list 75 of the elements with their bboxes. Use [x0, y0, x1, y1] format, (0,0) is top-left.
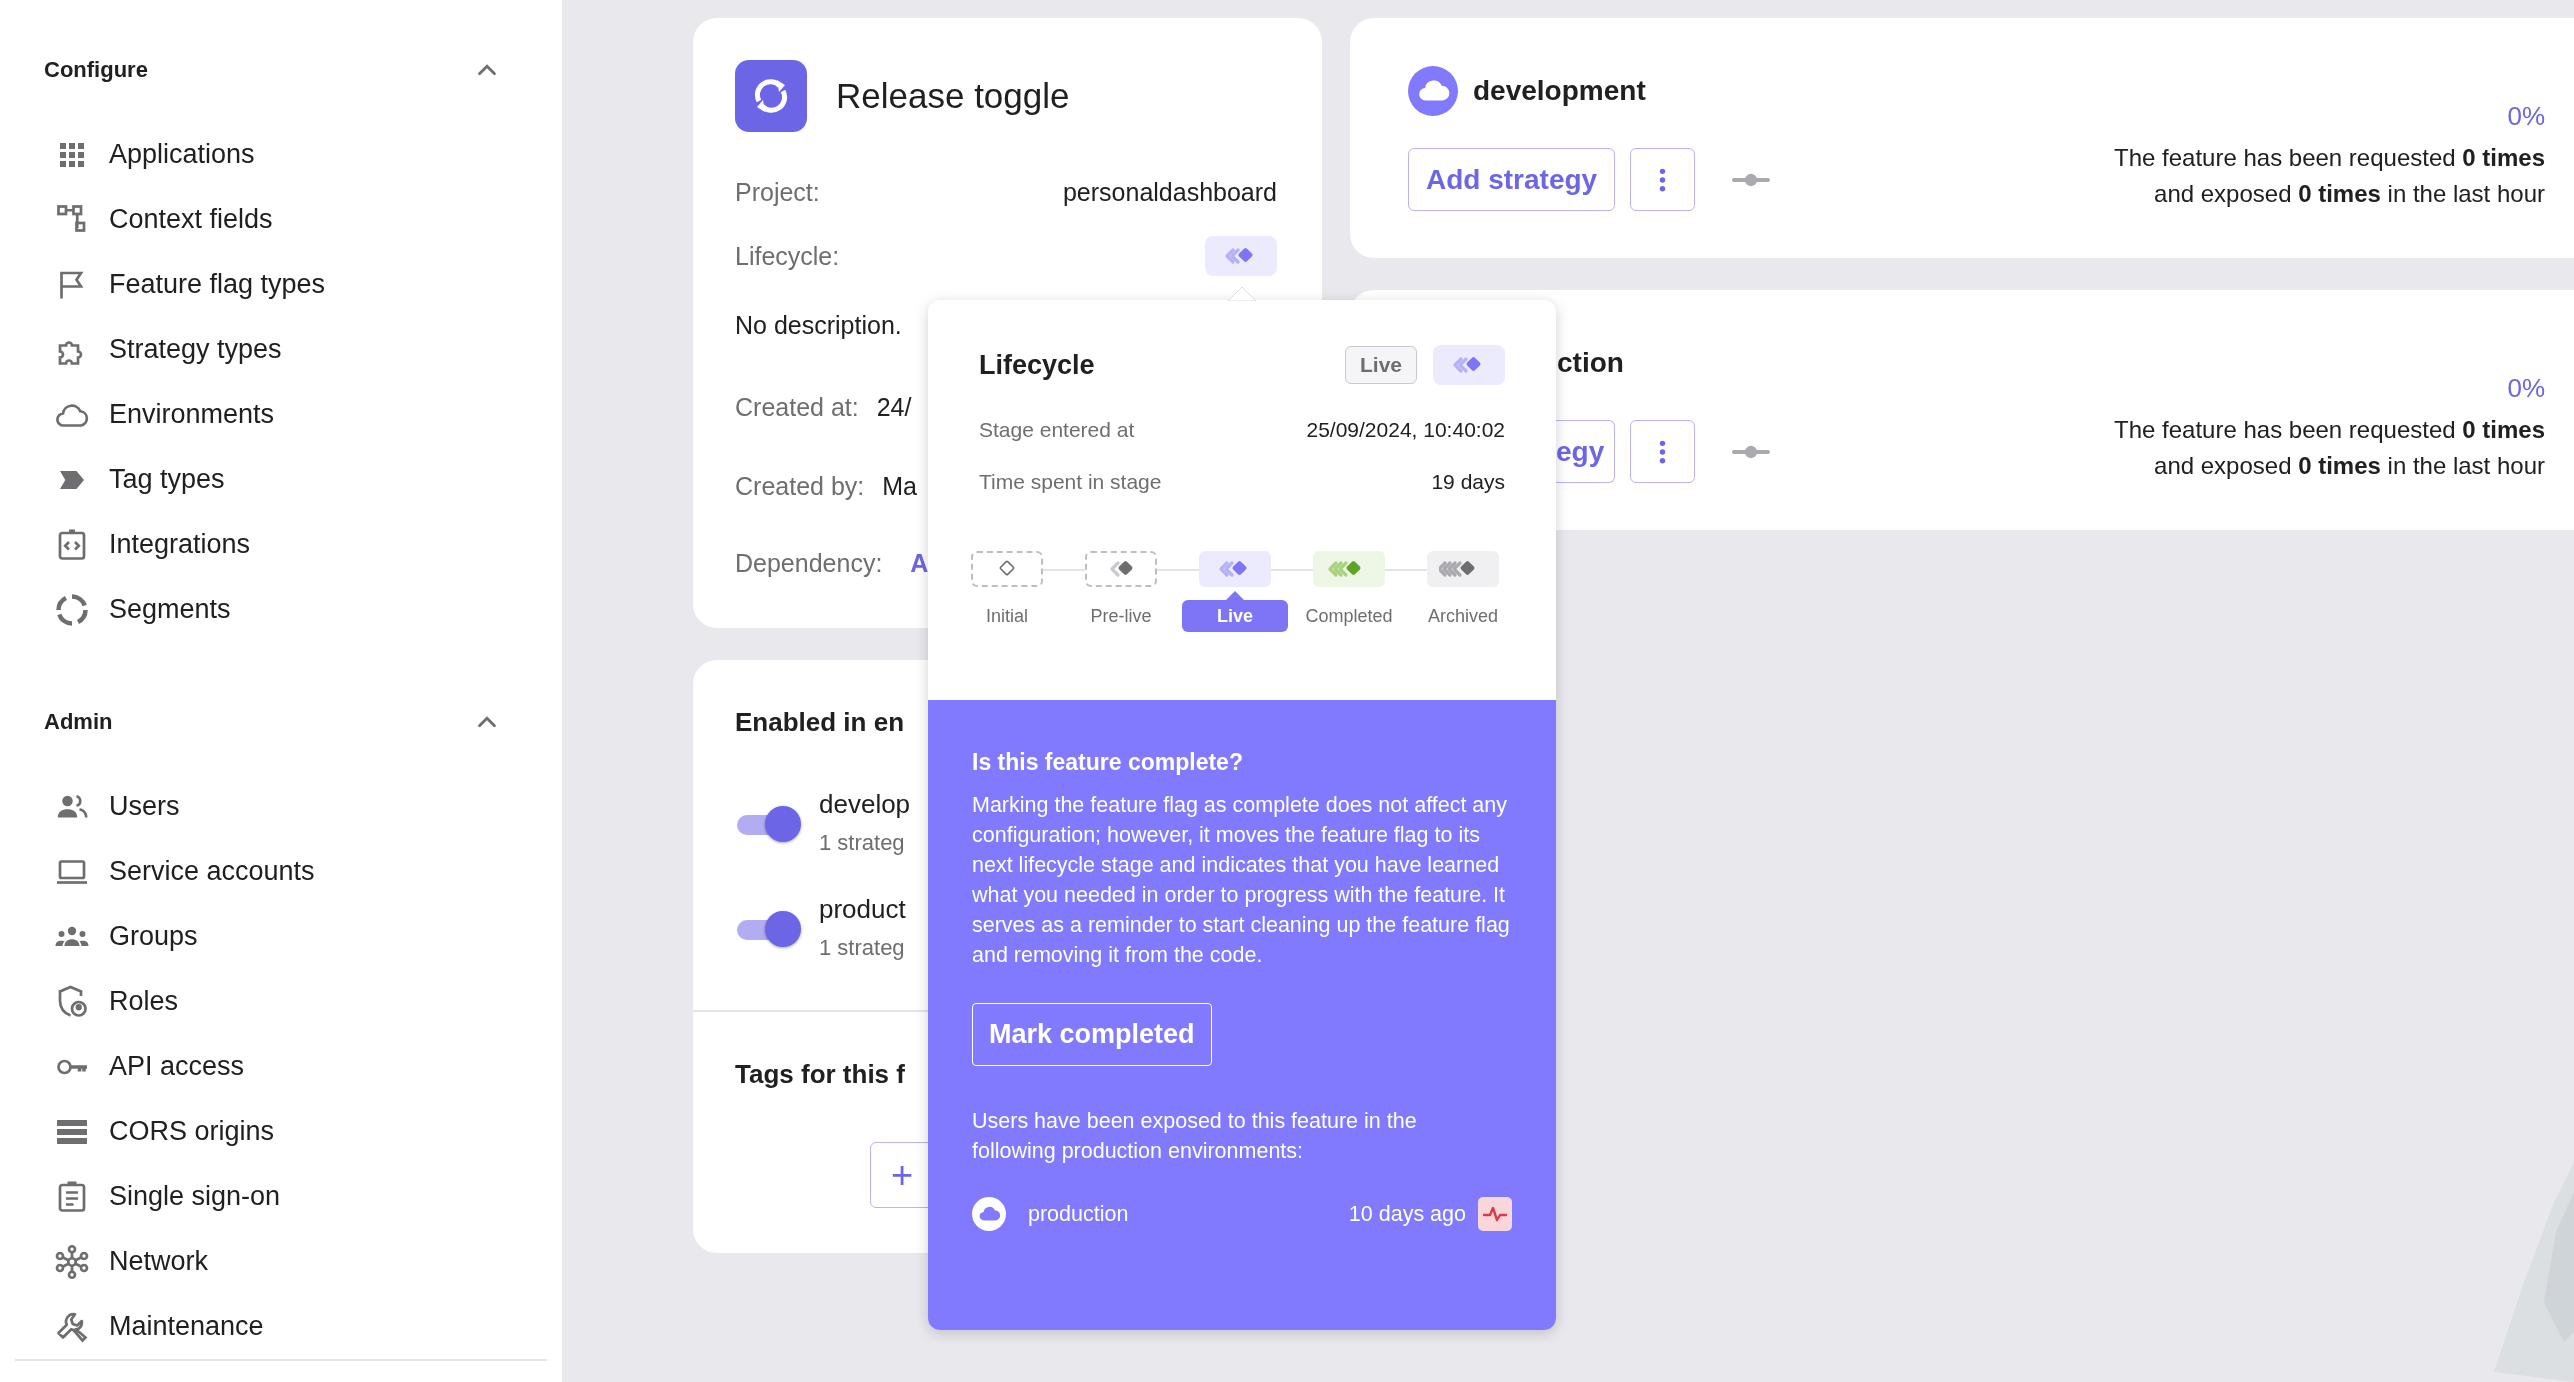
slider-icon[interactable] [1732, 444, 1771, 459]
creator-name: Ma [882, 471, 917, 501]
sidebar-item[interactable]: Users [109, 791, 180, 822]
metrics-text: The feature has been requested 0 times and exposed 0 times in the last hour [2114, 143, 2545, 209]
lifecycle-icon[interactable] [1205, 236, 1277, 276]
sidebar-item[interactable]: Roles [109, 986, 179, 1017]
stage-label: Completed [1304, 604, 1394, 628]
field-label: Created at: [735, 392, 859, 422]
rollout-percentage: 0% [2507, 100, 2545, 133]
prompt-title: Is this feature complete? [972, 748, 1244, 777]
more-vertical-icon [1659, 438, 1667, 465]
section-title: Tags for this f [735, 1058, 906, 1091]
field-label: Created by: [735, 471, 865, 501]
add-strategy-button[interactable]: Add strategy [1408, 148, 1616, 211]
environment-name: product [819, 893, 906, 926]
sidebar-item[interactable]: Groups [109, 921, 198, 952]
sidebar-item[interactable]: Context fields [109, 204, 273, 235]
environment-name: production [1028, 1201, 1130, 1227]
detail-value: 19 days [1431, 470, 1505, 494]
sidebar-item[interactable]: API access [109, 1051, 245, 1082]
detail-label: Stage entered at [979, 418, 1135, 442]
lifecycle-icon [1433, 345, 1505, 385]
cloud-icon [1408, 66, 1458, 116]
prompt-text: Marking the feature flag as complete does not affect any configuration; however, it moves the feature flag to its next lifecycle stage and indicates that you have learned what you needed in order to progress with the feature. It serves as a reminder to start cleaning up the feature flag and removing it from the code. [972, 792, 1511, 969]
field-label: Lifecycle: [735, 241, 840, 271]
detail-label: Time spent in stage [979, 470, 1162, 494]
sidebar-item[interactable]: CORS origins [109, 1116, 275, 1147]
stage-label: Pre-live [1089, 604, 1153, 628]
sidebar-item[interactable]: Strategy types [109, 334, 282, 365]
project-name: personaldashboard [1062, 177, 1277, 207]
sidebar-item[interactable]: Segments [109, 594, 231, 625]
toggle-switch[interactable] [735, 805, 801, 843]
toggle-switch[interactable] [735, 910, 801, 948]
section-title: Configure [44, 57, 148, 83]
metrics-text: The feature has been requested 0 times and exposed 0 times in the last hour [2114, 415, 2545, 481]
stage-badge: Live [1344, 346, 1417, 384]
exposure-note: Users have been exposed to this feature in the following production environments: [972, 1108, 1418, 1165]
sidebar-item[interactable]: Integrations [109, 529, 251, 560]
field-label: Dependency: [735, 548, 883, 578]
sidebar-item[interactable]: Maintenance [109, 1311, 264, 1342]
more-options-button[interactable] [1630, 148, 1696, 211]
sidebar-item[interactable]: Service accounts [109, 856, 315, 887]
add-strategy-button[interactable]: egy [1556, 420, 1616, 483]
last-seen-time: 10 days ago [1348, 1201, 1466, 1227]
slider-icon[interactable] [1732, 172, 1771, 187]
sidebar-item[interactable]: Single sign-on [109, 1181, 281, 1212]
rollout-percentage: 0% [2507, 372, 2545, 405]
sidebar-item[interactable]: Network [109, 1246, 209, 1277]
section-title: Enabled in en [735, 706, 906, 739]
cloud-icon [972, 1197, 1006, 1231]
strategy-count: 1 strateg [819, 829, 906, 857]
refresh-icon [735, 60, 807, 132]
popover-title: Lifecycle [979, 349, 1096, 381]
sidebar-item[interactable]: Applications [109, 139, 255, 170]
description-text: No description. [735, 310, 902, 340]
environment-name: develop [819, 788, 911, 821]
sidebar-item[interactable]: Feature flag types [109, 269, 326, 300]
environment-name: ction [1557, 347, 1624, 379]
stage-label: Archived [1427, 604, 1499, 628]
more-vertical-icon [1659, 166, 1667, 193]
strategy-count: 1 strateg [819, 934, 906, 962]
sidebar-item[interactable]: Tag types [109, 464, 225, 495]
created-date: 24/ [876, 392, 912, 422]
stage-label: Initial [985, 604, 1029, 628]
network-icon [54, 1243, 90, 1280]
activity-icon [1478, 1197, 1512, 1231]
environment-name: development [1473, 75, 1646, 107]
feature-type-title: Release toggle [836, 76, 1070, 116]
field-label: Project: [735, 177, 820, 207]
detail-value: 25/09/2024, 10:40:02 [1306, 418, 1505, 442]
more-options-button[interactable] [1630, 420, 1696, 483]
segments-icon [54, 591, 90, 628]
dependency-link[interactable]: A [910, 548, 929, 578]
section-title: Admin [44, 709, 113, 735]
sidebar-item[interactable]: Environments [109, 399, 275, 430]
